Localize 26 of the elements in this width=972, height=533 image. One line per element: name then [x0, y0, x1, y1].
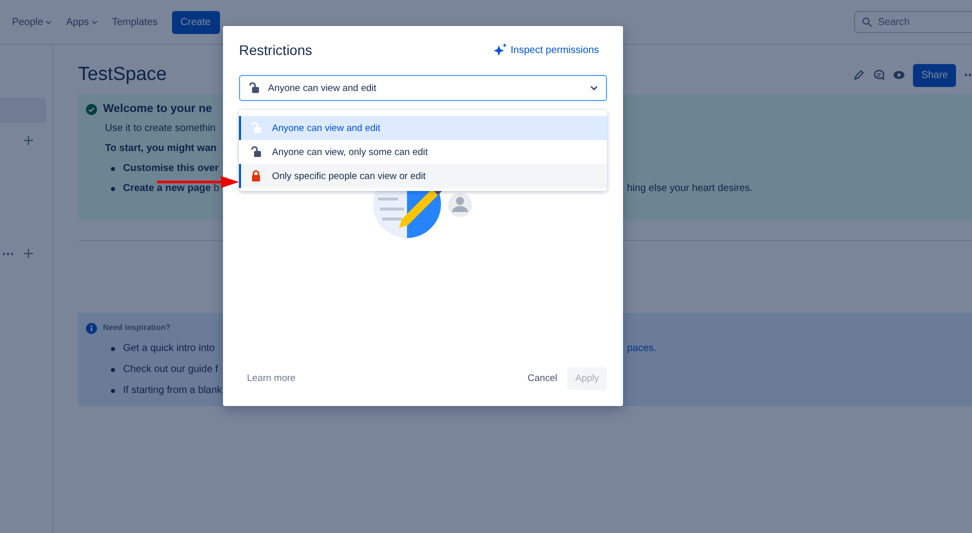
panel-text: To start, you might wan: [105, 142, 216, 156]
panel-text: Use it to create somethin: [105, 122, 216, 136]
text-link[interactable]: paces.: [627, 342, 972, 356]
panel-text: hing else your heart desires.: [627, 182, 754, 196]
create-button[interactable]: Create: [172, 10, 220, 34]
restriction-option[interactable]: Anyone can view and edit: [239, 116, 607, 140]
bullet-text: Get a quick intro into: [123, 342, 215, 356]
panel-heading: Need inspiration?: [103, 322, 171, 334]
learn-more-link[interactable]: Learn more: [247, 373, 296, 384]
bullet-text: If starting from a blank: [123, 384, 222, 398]
bullet-text: Customise this over: [123, 162, 219, 176]
bullet-text: Check out our guide f: [123, 363, 218, 377]
restriction-option[interactable]: Only specific people can view or edit: [239, 164, 607, 188]
restriction-option[interactable]: Anyone can view, only some can edit: [239, 140, 607, 164]
cancel-button[interactable]: Cancel: [518, 367, 568, 390]
share-button[interactable]: Share: [913, 64, 956, 86]
nav-menu-item[interactable]: Templates: [112, 16, 158, 28]
inspect-permissions-link[interactable]: Inspect permissions: [492, 43, 599, 57]
page-title: TestSpace: [78, 64, 167, 86]
nav-menu-item[interactable]: Apps: [66, 16, 98, 28]
search-field[interactable]: Search: [854, 11, 972, 33]
restriction-select[interactable]: Anyone can view and edit: [239, 75, 607, 101]
dialog-title: Restrictions: [239, 42, 312, 58]
nav-menu-item[interactable]: People: [12, 16, 52, 28]
panel-heading: Welcome to your ne: [103, 102, 212, 116]
bullet-text: Create a new page b: [123, 182, 220, 196]
